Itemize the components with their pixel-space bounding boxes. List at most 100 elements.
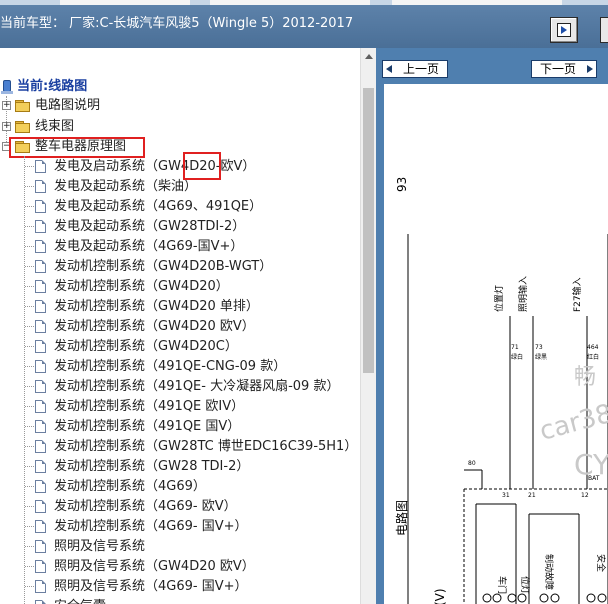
tree-scrollbar[interactable]	[360, 48, 376, 604]
tree-connector	[25, 566, 34, 567]
document-icon	[35, 280, 46, 293]
tree-connector	[25, 446, 34, 447]
tree-connector	[25, 266, 34, 267]
current-car-label: 当前车型： 厂家:C-长城汽车风骏5（Wingle 5）2012-2017	[0, 16, 354, 31]
root-disk-icon	[1, 80, 13, 94]
tree-item[interactable]: 照明及信号系统	[54, 538, 145, 556]
col-f27-input: F27输入	[571, 277, 583, 312]
wire-464-color: 红白	[587, 353, 599, 361]
tree-connector	[25, 246, 34, 247]
watermark-1: 畅	[574, 365, 596, 390]
arrow-right-icon	[587, 65, 593, 73]
document-icon	[35, 340, 46, 353]
document-icon	[35, 440, 46, 453]
tree-connector	[25, 406, 34, 407]
label-brake-fault: 制动故障	[543, 554, 555, 590]
tree-item[interactable]: 安全气囊	[54, 598, 106, 604]
tree-item[interactable]: 发电及起动系统（4G69、491QE）	[54, 198, 262, 216]
tree-item[interactable]: 发电及起动系统（柴油）	[54, 178, 197, 196]
tree-item[interactable]: 发动机控制系统（GW4D20 欧V）	[54, 318, 255, 336]
wire-464: 464	[587, 344, 599, 351]
folder-icon	[15, 100, 31, 112]
document-icon	[35, 580, 46, 593]
tree-item[interactable]: 发动机控制系统（GW28 TDI-2）	[54, 458, 249, 476]
tree-item[interactable]: 照明及信号系统（4G69- 国V+）	[54, 578, 248, 596]
document-icon	[35, 220, 46, 233]
side-label: 电路图	[394, 500, 409, 536]
scroll-up-arrow-icon[interactable]	[365, 54, 373, 59]
tree-connector	[25, 306, 34, 307]
diagram-page: 93 电路图 (V) 位置灯 照明输入 F27输入 71 绿白 73 绿黑 46…	[384, 84, 608, 604]
prev-page-label: 上一页	[403, 62, 440, 76]
tree-connector	[25, 226, 34, 227]
node-21: 21	[528, 492, 536, 499]
play-button[interactable]	[550, 17, 578, 43]
node-80: 80	[468, 460, 476, 467]
tree-item[interactable]: 发动机控制系统（GW4D20）	[54, 278, 229, 296]
highlight-box-folder	[9, 137, 145, 158]
wire-71-color: 绿白	[511, 353, 523, 361]
scroll-thumb[interactable]	[363, 88, 374, 373]
tree-item[interactable]: 发动机控制系统（GW4D20 单排）	[54, 298, 259, 316]
document-icon	[35, 500, 46, 513]
tree-item[interactable]: 发动机控制系统（4G69）	[54, 478, 206, 496]
tree-connector	[25, 426, 34, 427]
document-icon	[35, 380, 46, 393]
tree-item[interactable]: 发动机控制系统（491QE 欧IV）	[54, 398, 244, 416]
document-icon	[35, 260, 46, 273]
document-icon	[35, 360, 46, 373]
label-safety: 安全	[595, 554, 607, 572]
tree-connector	[25, 486, 34, 487]
tree-item[interactable]: 发动机控制系统（GW28TC 博世EDC16C39-5H1）	[54, 438, 357, 456]
tree-item[interactable]: 发电及起动系统（4G69-国V+）	[54, 238, 243, 256]
node-31: 31	[502, 492, 510, 499]
toolbar-button-partial[interactable]	[600, 17, 608, 43]
tree-item[interactable]: 发电及起动系统（GW28TDI-2）	[54, 218, 245, 236]
document-icon	[35, 420, 46, 433]
tree-connector	[25, 206, 34, 207]
tree-item[interactable]: 发动机控制系统（491QE-CNG-09 款）	[54, 358, 286, 376]
label-door: 车门	[496, 576, 508, 594]
tree-connector	[25, 186, 34, 187]
expander-plus-icon[interactable]: +	[2, 122, 11, 131]
tree-root-label[interactable]: 当前:线路图	[17, 78, 87, 96]
tree-item[interactable]: 发动机控制系统（491QE- 大冷凝器风扇-09 款）	[54, 378, 339, 396]
folder-icon	[15, 121, 31, 133]
tree-item[interactable]: 照明及信号系统（GW4D20 欧V）	[54, 558, 255, 576]
document-icon	[35, 600, 46, 604]
tree-connector	[25, 286, 34, 287]
lamp-symbols	[482, 593, 607, 603]
tree-item[interactable]: 发动机控制系统（4G69- 欧V）	[54, 498, 237, 516]
tree-item[interactable]: 发动机控制系统（4G69- 国V+）	[54, 518, 248, 536]
tree-connector	[25, 586, 34, 587]
tree-connector	[25, 526, 34, 527]
document-icon	[35, 180, 46, 193]
node-12: 12	[581, 492, 589, 499]
top-bar: 当前车型： 厂家:C-长城汽车风骏5（Wingle 5）2012-2017	[0, 0, 608, 48]
expander-plus-icon[interactable]: +	[2, 101, 11, 110]
tree-connector	[25, 546, 34, 547]
tree-connector	[25, 506, 34, 507]
col-illumination-input: 照明输入	[517, 276, 529, 312]
document-icon	[35, 520, 46, 533]
tree-connector	[25, 386, 34, 387]
tree-connector	[25, 346, 34, 347]
tree-item[interactable]: 发电及启动系统（GW4D20-欧V）	[54, 158, 255, 176]
tree-item[interactable]: 发动机控制系统（GW4D20B-WGT）	[54, 258, 272, 276]
tree-connector	[25, 466, 34, 467]
document-icon	[35, 200, 46, 213]
document-icon	[35, 560, 46, 573]
label-position-light: 位灯	[519, 576, 531, 594]
tree-folder-wiring-desc[interactable]: 电路图说明	[35, 97, 100, 115]
wire-73: 73	[535, 344, 543, 351]
tree-item[interactable]: 发动机控制系统（491QE 国V）	[54, 418, 240, 436]
tree-item[interactable]: 发动机控制系统（GW4D20C）	[54, 338, 238, 356]
next-page-button[interactable]: 下一页	[531, 60, 597, 78]
document-icon	[35, 540, 46, 553]
tree-connector	[25, 326, 34, 327]
watermark-3: CY	[574, 448, 608, 481]
wire-73-color: 绿黑	[535, 353, 547, 361]
page-number: 93	[395, 177, 409, 192]
prev-page-button[interactable]: 上一页	[382, 60, 448, 78]
tree-folder-harness[interactable]: 线束图	[35, 118, 74, 136]
